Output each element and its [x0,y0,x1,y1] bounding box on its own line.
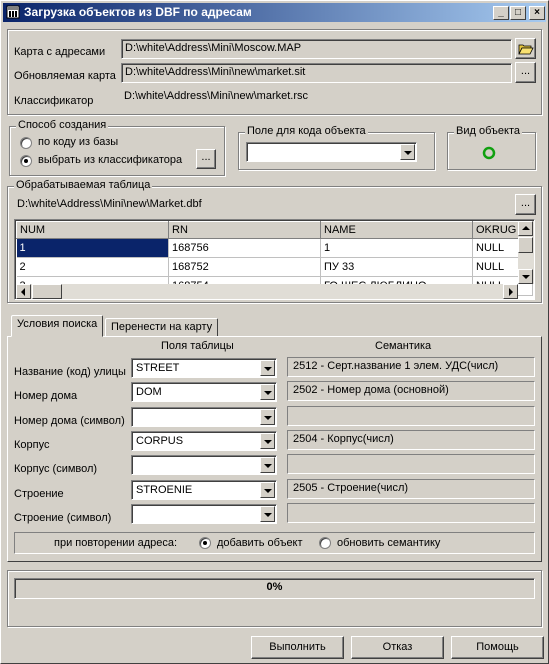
tab-transfer-to-map[interactable]: Перенести на карту [105,318,219,337]
table-row[interactable]: 2 168752 ПУ 33 NULL [16,257,533,277]
select-classifier-button[interactable]: ... [196,149,216,169]
cancel-button[interactable]: Отказ [351,636,444,659]
table-cell[interactable]: 168752 [168,257,321,277]
field-select-value: DOM [136,386,162,398]
chevron-down-icon[interactable] [260,506,275,522]
code-field-combo[interactable] [246,142,417,162]
updated-map-label: Обновляемая карта [14,70,116,82]
table-cell[interactable]: 2 [16,257,169,277]
dbf-table[interactable]: NUM RN NAME OKRUG 1 168756 1 NULL 2 168752 ПУ 33 N… [14,219,535,300]
title-bar[interactable]: Загрузка объектов из DBF по адресам _ □ … [3,3,546,22]
search-row-label: Корпус (символ) [14,463,98,475]
minimize-button[interactable]: _ [493,6,509,20]
table-cell[interactable]: 1 [320,238,473,258]
chevron-down-icon[interactable] [260,384,275,400]
browse-dbf-button[interactable]: ... [515,194,536,215]
help-button[interactable]: Помощь [451,636,544,659]
table-vscrollbar[interactable] [518,221,534,284]
browse-updated-button[interactable]: ... [515,62,536,83]
maximize-button[interactable]: □ [510,6,526,20]
scroll-right-button[interactable] [503,284,518,299]
semantics-column-header: Семантика [375,340,432,352]
close-button[interactable]: × [529,6,545,20]
map-label: Карта с адресами [14,46,106,58]
repeat-add-radio[interactable] [199,537,211,549]
creation-group: Способ создания [9,119,225,176]
object-view-icon[interactable] [481,145,497,161]
table-hscrollbar[interactable] [16,284,518,299]
search-row-label: Корпус [14,439,50,451]
view-title: Вид объекта [454,125,522,137]
search-row-label: Строение (символ) [14,512,112,524]
open-map-button[interactable] [515,38,536,59]
creation-by-code-label[interactable]: по коду из базы [38,136,118,148]
chevron-down-icon[interactable] [400,144,415,160]
table-column-header[interactable]: NAME [320,221,473,239]
search-row-label: Номер дома [14,390,78,402]
semantic-field[interactable]: 2504 - Корпус(числ) [287,430,535,450]
creation-from-classifier-label[interactable]: выбрать из классификатора [38,154,182,166]
updated-map-field[interactable]: D:\white\Address\Mini\new\market.sit [121,63,512,83]
table-cell[interactable]: 1 [16,238,169,258]
field-select[interactable]: CORPUS [131,431,277,451]
search-row-label: Номер дома (символ) [14,415,125,427]
scroll-up-button[interactable] [518,221,533,236]
map-path-field[interactable]: D:\white\Address\Mini\Moscow.MAP [121,39,512,59]
search-row-label: Название (код) улицы [14,366,126,378]
field-select-value: STROENIE [136,484,193,496]
scroll-left-button[interactable] [16,284,31,299]
tab-search-conditions[interactable]: Условия поиска [11,315,104,337]
semantic-field[interactable]: 2512 - Серт.название 1 элем. УДС(числ) [287,357,535,377]
code-field-title: Поле для кода объекта [245,125,368,137]
classifier-field: D:\white\Address\Mini\new\market.rsc [121,88,536,108]
table-row[interactable]: 1 168756 1 NULL [16,238,533,258]
field-select-value: CORPUS [136,435,184,447]
field-select[interactable]: STROENIE [131,480,277,500]
chevron-down-icon[interactable] [260,457,275,473]
repeat-update-label[interactable]: обновить семантику [337,537,440,549]
repeat-label: при повторении адреса: [54,537,178,549]
table-column-header[interactable]: RN [168,221,321,239]
field-select[interactable] [131,504,277,524]
chevron-down-icon[interactable] [260,409,275,425]
semantic-field[interactable]: 2505 - Строение(числ) [287,479,535,499]
chevron-down-icon[interactable] [260,433,275,449]
semantic-field[interactable] [287,503,535,523]
scroll-thumb-horizontal[interactable] [32,284,62,299]
search-row-label: Строение [14,488,64,500]
creation-from-classifier-radio[interactable] [20,155,32,167]
table-group-title: Обрабатываемая таблица [14,179,153,191]
repeat-add-label[interactable]: добавить объект [217,537,303,549]
run-button[interactable]: Выполнить [251,636,344,659]
dialog-window: Загрузка объектов из DBF по адресам _ □ … [0,0,549,664]
classifier-label: Классификатор [14,95,94,107]
creation-by-code-radio[interactable] [20,137,32,149]
field-select[interactable]: DOM [131,382,277,402]
folder-open-icon [518,44,534,55]
dbf-path-field: D:\white\Address\Mini\new\Market.dbf [14,196,511,215]
chevron-down-icon[interactable] [260,360,275,376]
field-select[interactable] [131,407,277,427]
field-select[interactable]: STREET [131,358,277,378]
table-column-header[interactable]: NUM [16,221,169,239]
semantic-field[interactable]: 2502 - Номер дома (основной) [287,381,535,401]
scroll-thumb-vertical[interactable] [518,237,533,253]
creation-group-title: Способ создания [16,119,109,131]
field-select-value: STREET [136,362,180,374]
progress-bar: 0% [14,578,535,599]
table-cell[interactable]: 168756 [168,238,321,258]
semantic-field[interactable] [287,406,535,426]
repeat-update-radio[interactable] [319,537,331,549]
fields-column-header: Поля таблицы [161,340,234,352]
app-icon [6,5,20,19]
chevron-down-icon[interactable] [260,482,275,498]
window-title: Загрузка объектов из DBF по адресам [24,5,252,19]
semantic-field[interactable] [287,454,535,474]
scroll-down-button[interactable] [518,269,533,284]
table-cell[interactable]: ПУ 33 [320,257,473,277]
field-select[interactable] [131,455,277,475]
